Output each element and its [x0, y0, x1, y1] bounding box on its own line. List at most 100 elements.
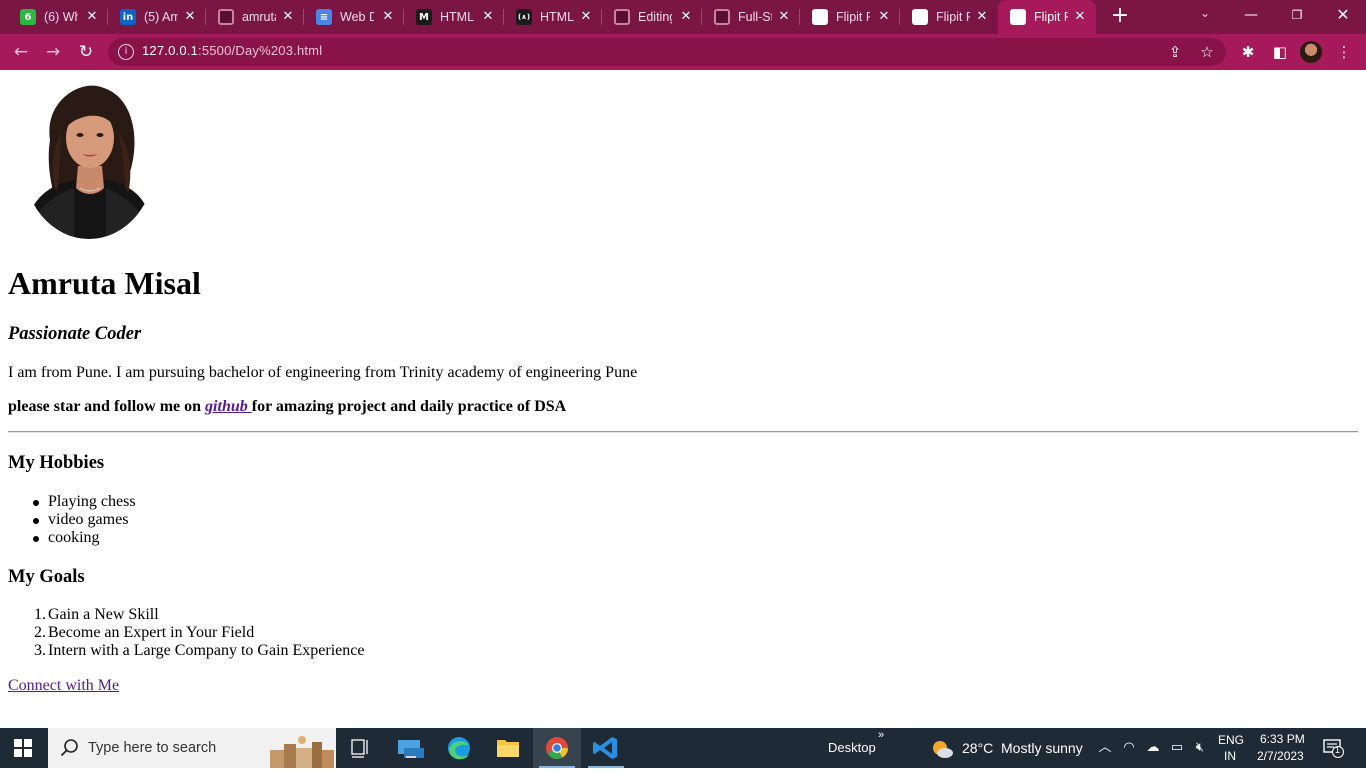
language-line2[interactable]: IN — [1224, 749, 1236, 763]
site-info-icon[interactable]: i — [118, 44, 134, 60]
windows-start-icon[interactable] — [14, 739, 32, 757]
weather-partly-sunny-icon[interactable] — [930, 738, 954, 760]
weather-condition[interactable]: Mostly sunny — [1001, 740, 1083, 756]
list-item: Playing chess — [8, 493, 136, 511]
tab-strip: 6 (6) Wh ✕ in (5) Am ✕ amruta ✕ ≡ Web D … — [0, 0, 1366, 34]
goal-text: Gain a New Skill — [48, 606, 159, 623]
tab-github-editing[interactable]: Editing ✕ — [602, 0, 702, 34]
wifi-icon[interactable]: ◠ — [1121, 740, 1137, 756]
tab-title: Flipit P — [936, 10, 970, 24]
list-number: 3. — [34, 642, 46, 659]
tab-flipit-1[interactable]: ◉ Flipit P ✕ — [800, 0, 900, 34]
tab-title: Flipit P — [1034, 10, 1068, 24]
taskbar-app-file-transfer[interactable] — [386, 728, 434, 768]
close-tab-icon[interactable]: ✕ — [776, 9, 792, 25]
github-link[interactable]: github — [205, 398, 252, 415]
taskbar-app-edge[interactable] — [435, 728, 483, 768]
close-tab-icon[interactable]: ✕ — [84, 9, 100, 25]
chrome-icon — [546, 737, 568, 759]
close-tab-icon[interactable]: ✕ — [480, 9, 496, 25]
follow-paragraph: please star and follow me on github for … — [8, 397, 566, 417]
m-logo-icon: M — [416, 9, 432, 25]
extensions-puzzle-icon[interactable]: ✱ — [1238, 42, 1258, 62]
task-view-icon — [351, 739, 368, 758]
tab-title: Flipit P — [836, 10, 870, 24]
close-window-button[interactable]: ✕ — [1320, 0, 1366, 32]
close-tab-icon[interactable]: ✕ — [182, 9, 198, 25]
task-view-button[interactable] — [336, 728, 384, 768]
tab-title: Full-St — [738, 10, 772, 24]
tab-google-docs[interactable]: ≡ Web D ✕ — [304, 0, 404, 34]
tab-search-icon[interactable]: ⌄ — [1196, 6, 1214, 24]
tab-html-m[interactable]: M HTML ✕ — [404, 0, 504, 34]
bullet — [33, 536, 39, 542]
globe-icon: ◉ — [1010, 9, 1026, 25]
hobby-text: video games — [48, 511, 129, 528]
chevron-double-right-icon[interactable]: » — [878, 729, 884, 741]
close-tab-icon[interactable]: ✕ — [678, 9, 694, 25]
github-icon — [614, 9, 630, 25]
tab-github-fullstack[interactable]: Full-St ✕ — [702, 0, 800, 34]
notification-count: 1 — [1335, 745, 1341, 755]
folder-icon — [497, 740, 519, 757]
share-icon[interactable]: ⇪ — [1166, 43, 1184, 61]
back-button[interactable]: ← — [8, 39, 34, 65]
follow-text-before: please star and follow me on — [8, 398, 206, 415]
tab-title: (6) Wh — [44, 10, 78, 24]
hobbies-list: Playing chess video games cooking — [8, 493, 136, 547]
close-tab-icon[interactable]: ✕ — [578, 9, 594, 25]
clock-time[interactable]: 6:33 PM — [1260, 732, 1305, 746]
clock-date[interactable]: 2/7/2023 — [1257, 749, 1304, 763]
url-text: 127.0.0.1:5500/Day%203.html — [142, 43, 322, 58]
onedrive-cloud-icon[interactable]: ☁ — [1145, 740, 1161, 756]
search-highlight-illustration-icon — [270, 736, 334, 768]
computer-icon — [398, 740, 424, 758]
forward-button[interactable]: → — [40, 39, 66, 65]
tab-flipit-2[interactable]: ◉ Flipit P ✕ — [900, 0, 998, 34]
minimize-button[interactable]: — — [1228, 0, 1274, 32]
hobbies-heading: My Hobbies — [8, 453, 105, 473]
url-path: :5500/Day%203.html — [198, 43, 323, 58]
chrome-menu-icon[interactable]: ⋮ — [1334, 42, 1354, 62]
close-tab-icon[interactable]: ✕ — [380, 9, 396, 25]
restore-button[interactable]: ❐ — [1274, 0, 1320, 32]
tab-linkedin[interactable]: in (5) Am ✕ — [108, 0, 206, 34]
tab-html-code[interactable]: (∧) HTML ✕ — [504, 0, 602, 34]
reload-button[interactable]: ↻ — [73, 39, 99, 65]
hobby-text: Playing chess — [48, 493, 136, 510]
notification-icon[interactable] — [1322, 738, 1344, 758]
divider — [8, 431, 1358, 433]
github-icon — [714, 9, 730, 25]
battery-icon[interactable]: ▭ — [1169, 740, 1185, 756]
list-item: cooking — [8, 529, 136, 547]
language-line1[interactable]: ENG — [1218, 733, 1244, 747]
goals-heading: My Goals — [8, 567, 85, 587]
taskbar-app-chrome[interactable] — [533, 728, 581, 768]
tagline: Passionate Coder — [8, 324, 142, 344]
side-panel-icon[interactable]: ◧ — [1270, 42, 1290, 62]
windows-taskbar: Type here to search Desktop » 28°C Mostl… — [0, 728, 1366, 768]
address-bar[interactable]: i 127.0.0.1:5500/Day%203.html ⇪ ☆ — [108, 38, 1226, 66]
weather-temperature[interactable]: 28°C — [962, 740, 993, 756]
close-tab-icon[interactable]: ✕ — [974, 9, 990, 25]
globe-icon: ◉ — [812, 9, 828, 25]
profile-avatar[interactable] — [1300, 41, 1322, 63]
tab-github-amruta[interactable]: amruta ✕ — [206, 0, 304, 34]
close-tab-icon[interactable]: ✕ — [1072, 9, 1088, 25]
github-icon — [218, 9, 234, 25]
connect-link[interactable]: Connect with Me — [8, 676, 119, 696]
new-tab-button[interactable]: + — [1108, 5, 1132, 29]
show-hidden-icons-chevron-up-icon[interactable]: ︿ — [1097, 740, 1113, 756]
volume-muted-icon[interactable]: 🔇︎ — [1192, 740, 1208, 756]
close-tab-icon[interactable]: ✕ — [876, 9, 892, 25]
vscode-icon — [593, 737, 617, 759]
bookmark-star-icon[interactable]: ☆ — [1198, 43, 1216, 61]
taskbar-app-file-explorer[interactable] — [484, 728, 532, 768]
taskbar-app-vscode[interactable] — [582, 728, 630, 768]
tab-whatsapp[interactable]: 6 (6) Wh ✕ — [8, 0, 108, 34]
list-item: video games — [8, 511, 136, 529]
tab-flipit-active[interactable]: ◉ Flipit P ✕ — [998, 0, 1096, 34]
tab-title: (5) Am — [144, 10, 178, 24]
close-tab-icon[interactable]: ✕ — [280, 9, 296, 25]
desktop-toolbar-label[interactable]: Desktop — [828, 740, 876, 755]
